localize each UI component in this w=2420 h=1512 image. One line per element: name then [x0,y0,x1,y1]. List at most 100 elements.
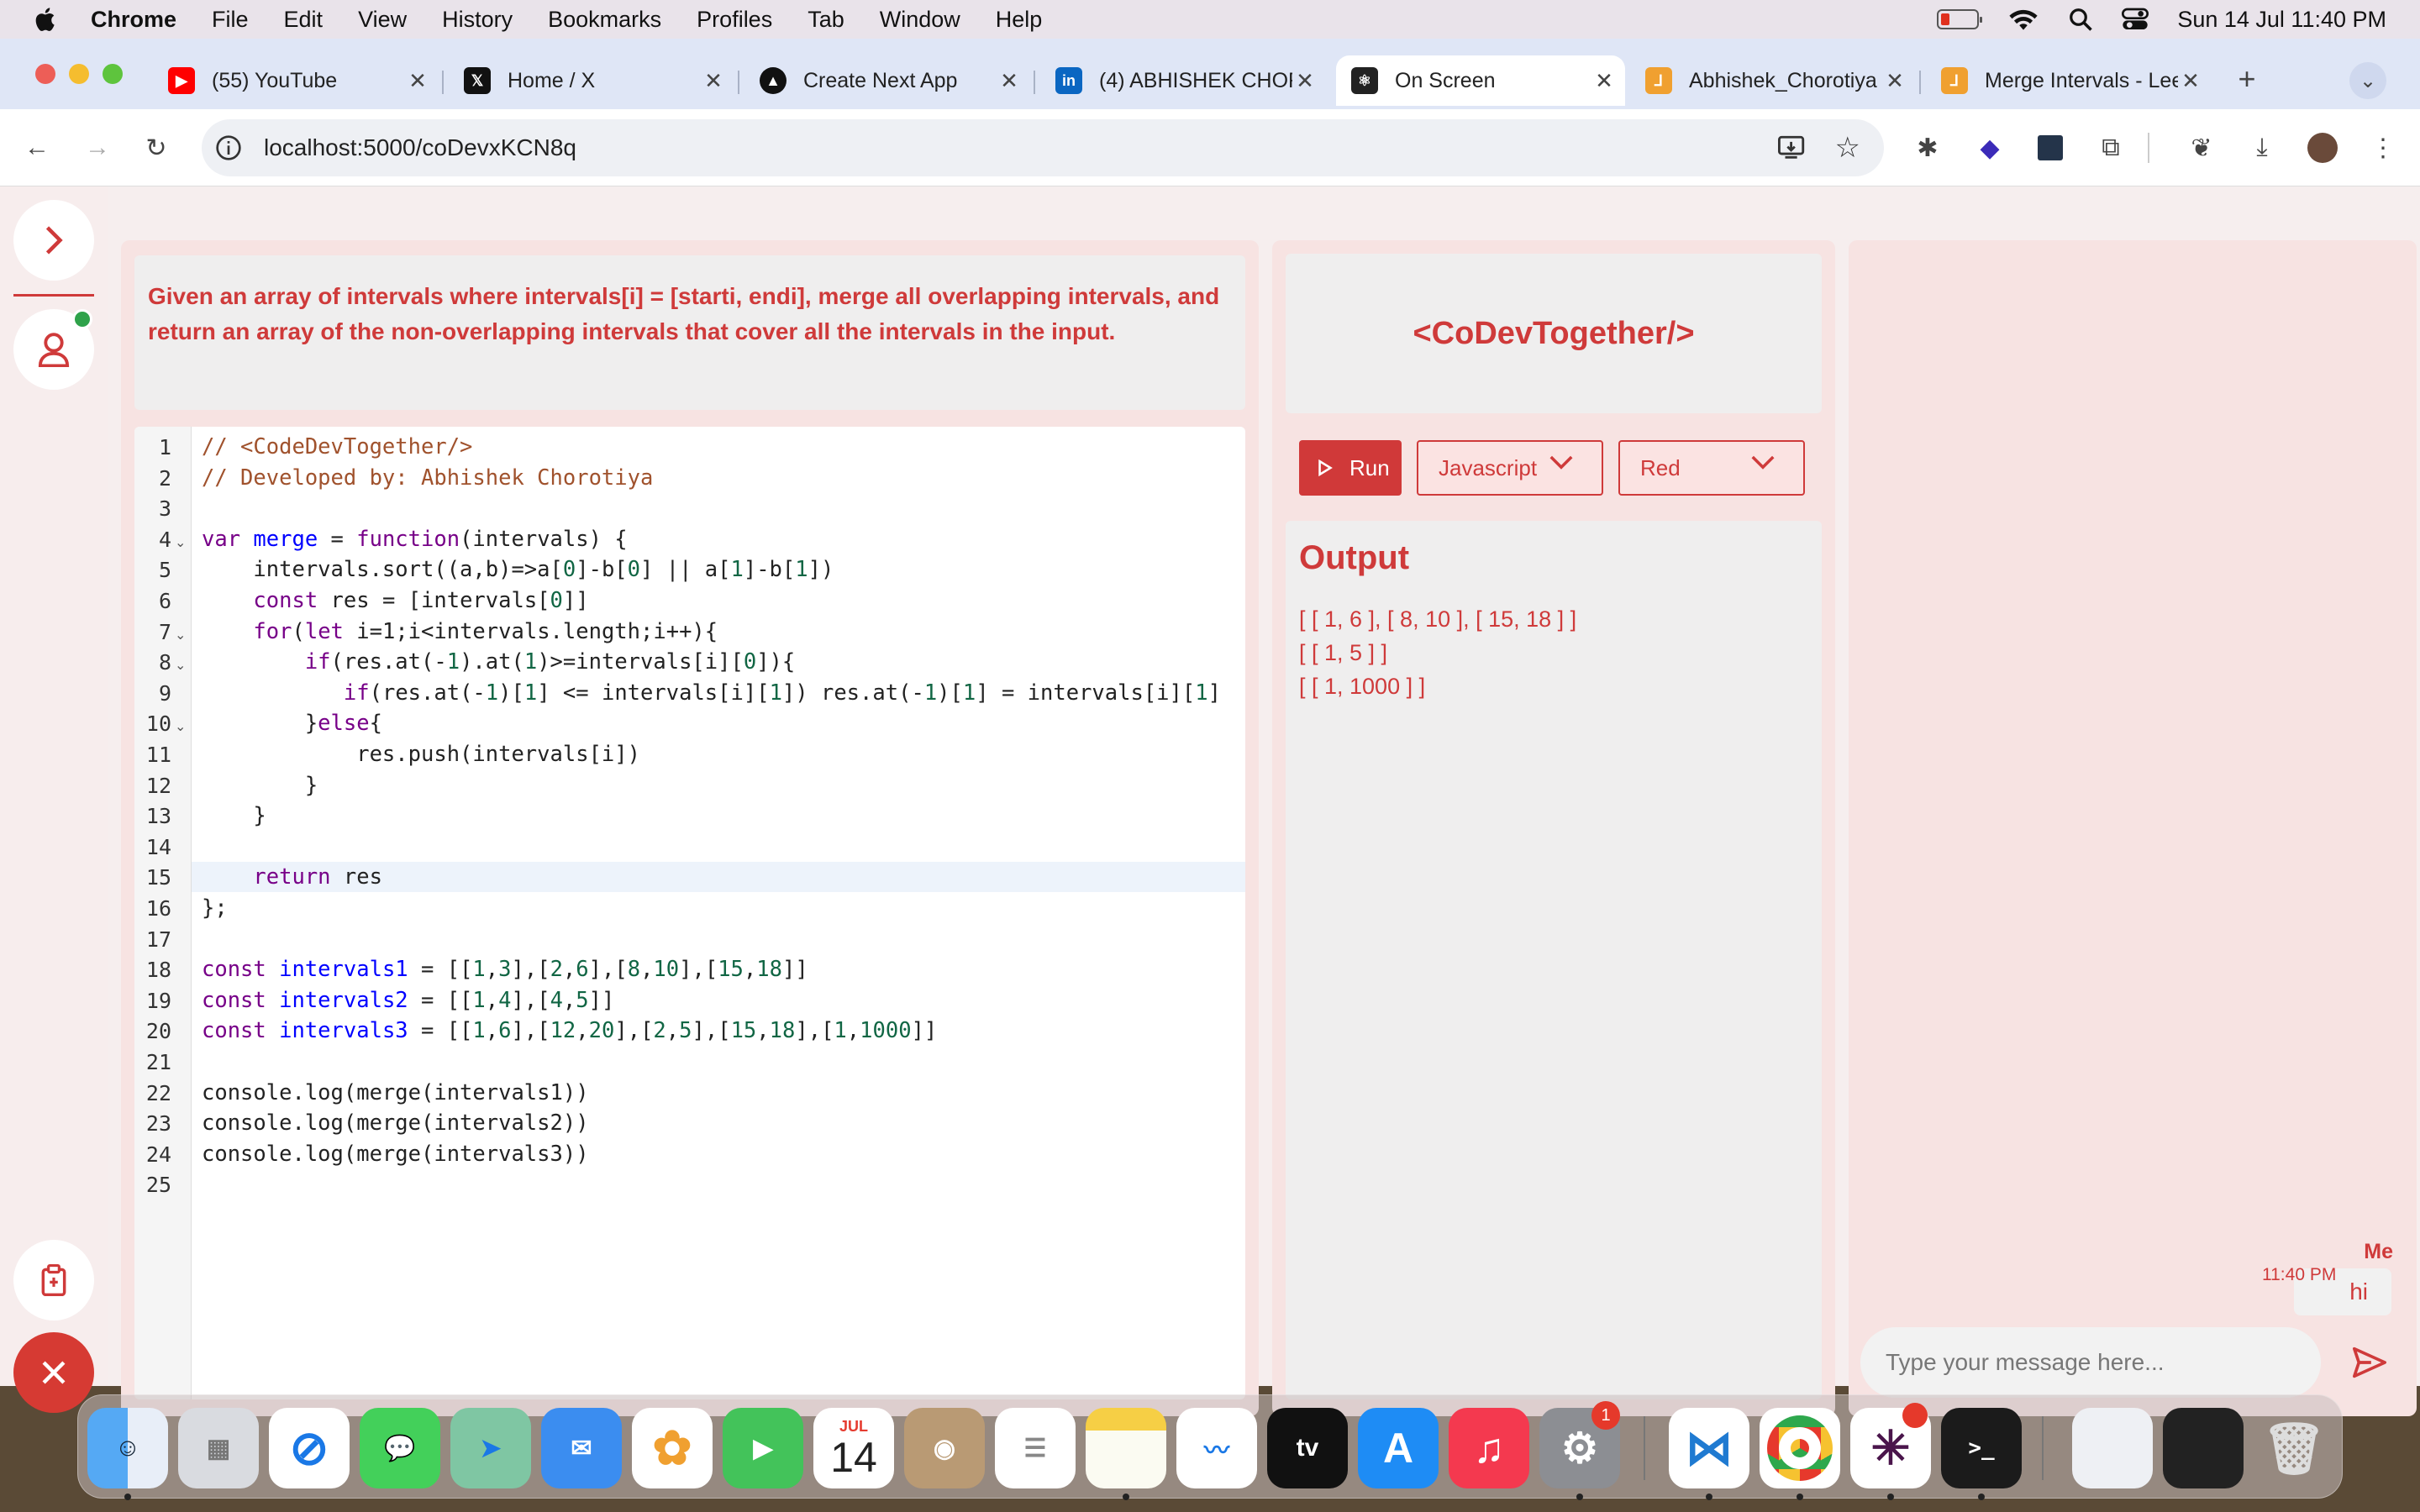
profile-avatar[interactable] [2307,133,2338,163]
code-line[interactable]: // Developed by: Abhishek Chorotiya [202,463,1245,493]
zoom-window-button[interactable] [103,64,123,84]
apple-icon[interactable] [32,5,60,34]
freeform-icon[interactable]: 〰 [1176,1408,1257,1488]
site-info-icon[interactable] [215,134,242,161]
mail-icon[interactable]: ✉ [541,1408,622,1488]
recent-window-icon[interactable] [2163,1408,2244,1488]
code-line[interactable]: if(res.at(-1).at(1)>=intervals[i][0]){ [202,647,1245,677]
code-line[interactable] [202,1047,1245,1077]
tab-search-icon[interactable]: ⌄ [2349,62,2386,99]
performance-leaf-icon[interactable]: ❦ [2186,133,2217,163]
recent-document-icon[interactable] [2072,1408,2153,1488]
app-store-icon[interactable]: A [1358,1408,1439,1488]
safari-icon[interactable]: ⊘ [269,1408,350,1488]
apple-tv-icon[interactable]: tv [1267,1408,1348,1488]
tab-x[interactable]: 𝕏 Home / X ✕ [449,55,734,106]
trash-icon[interactable]: 🗑 [2254,1408,2334,1488]
url-text[interactable]: localhost:5000/coDevxKCN8q [264,134,576,161]
code-line[interactable]: // <CodeDevTogether/> [202,432,1245,462]
close-tab-icon[interactable]: ✕ [1591,68,1617,94]
code-line[interactable]: var merge = function(intervals) { [202,524,1245,554]
menubar-clock[interactable]: Sun 14 Jul 11:40 PM [2177,7,2386,33]
tab-linkedin[interactable]: in (4) ABHISHEK CHOROTIYA ✕ [1040,55,1326,106]
control-center-icon[interactable] [2122,7,2149,32]
send-message-button[interactable] [2334,1327,2405,1398]
language-select[interactable]: Javascript [1417,440,1603,496]
menu-file[interactable]: File [212,7,249,33]
terminal-icon[interactable]: >_ [1941,1408,2022,1488]
menu-edit[interactable]: Edit [284,7,324,33]
copy-clipboard-button[interactable] [13,1240,94,1320]
menu-view[interactable]: View [358,7,407,33]
launchpad-icon[interactable]: ▦ [178,1408,259,1488]
menu-profiles[interactable]: Profiles [697,7,772,33]
code-line[interactable]: console.log(merge(intervals2)) [202,1108,1245,1138]
extension-chart-icon[interactable] [2035,133,2065,163]
menu-help[interactable]: Help [996,7,1043,33]
close-tab-icon[interactable]: ✕ [2178,68,2203,94]
code-line[interactable]: const intervals3 = [[1,6],[12,20],[2,5],… [202,1016,1245,1046]
bookmark-star-icon[interactable]: ☆ [1835,131,1860,165]
vscode-icon[interactable]: ⋈ [1669,1408,1749,1488]
close-tab-icon[interactable]: ✕ [701,68,726,94]
close-tab-icon[interactable]: ✕ [1882,68,1907,94]
minimize-window-button[interactable] [69,64,89,84]
code-line[interactable]: }; [202,893,1245,923]
code-line[interactable]: const res = [intervals[0]] [202,585,1245,616]
tab-merge-intervals[interactable]: ⅃ Merge Intervals - LeetCode ✕ [1926,55,2212,106]
facetime-icon[interactable]: ▶ [723,1408,803,1488]
code-line[interactable]: const intervals1 = [[1,3],[2,6],[8,10],[… [202,954,1245,984]
menu-history[interactable]: History [442,7,513,33]
music-icon[interactable]: ♫ [1449,1408,1529,1488]
finder-icon[interactable]: ☺ [87,1408,168,1488]
code-line[interactable]: const intervals2 = [[1,4],[4,5]] [202,985,1245,1016]
spotlight-search-icon[interactable] [2068,7,2093,32]
close-tab-icon[interactable]: ✕ [1292,68,1318,94]
wifi-icon[interactable] [2007,7,2039,32]
messages-icon[interactable]: 💬 [360,1408,440,1488]
reload-icon[interactable]: ↻ [141,133,171,163]
theme-select[interactable]: Red [1618,440,1805,496]
close-tab-icon[interactable]: ✕ [997,68,1022,94]
extensions-puzzle-icon[interactable]: ⧉ [2096,133,2126,163]
extension-cube-icon[interactable]: ◆ [1975,133,2005,163]
chrome-menu-icon[interactable]: ⋮ [2368,133,2398,163]
menu-app-name[interactable]: Chrome [91,7,176,33]
code-line[interactable]: console.log(merge(intervals1)) [202,1078,1245,1108]
forward-icon[interactable]: → [82,133,113,163]
code-line[interactable]: console.log(merge(intervals3)) [202,1139,1245,1169]
close-window-button[interactable] [35,64,55,84]
install-app-icon[interactable] [1778,134,1807,161]
photos-icon[interactable]: ✿ [632,1408,713,1488]
tab-on-screen[interactable]: ⚛ On Screen ✕ [1336,55,1625,106]
code-line[interactable]: }else{ [202,708,1245,738]
menu-bookmarks[interactable]: Bookmarks [548,7,661,33]
chat-message-input[interactable] [1860,1327,2321,1398]
expand-sidebar-button[interactable] [13,200,94,281]
fold-toggle-icon[interactable]: ⌄ [175,657,186,674]
tab-leetcode-profile[interactable]: ⅃ Abhishek_Chorotiya ✕ [1630,55,1916,106]
code-line[interactable] [202,493,1245,523]
downloads-icon[interactable]: ⤓ [2247,133,2277,163]
fold-toggle-icon[interactable]: ⌄ [175,627,186,643]
leave-session-button[interactable] [13,1332,94,1413]
extension-bug-icon[interactable]: ✱ [1912,133,1943,163]
run-button[interactable]: Run [1299,440,1402,496]
address-bar[interactable]: localhost:5000/coDevxKCN8q ☆ [202,119,1884,176]
fold-toggle-icon[interactable]: ⌄ [175,534,186,551]
reminders-icon[interactable]: ☰ [995,1408,1076,1488]
code-line[interactable]: intervals.sort((a,b)=>a[0]-b[0] || a[1]-… [202,554,1245,585]
tab-create-next-app[interactable]: ▲ Create Next App ✕ [744,55,1030,106]
notes-icon[interactable] [1086,1408,1166,1488]
battery-icon[interactable] [1937,9,1983,29]
calendar-icon[interactable]: JUL 14 [813,1408,894,1488]
menu-tab[interactable]: Tab [808,7,844,33]
code-line[interactable]: } [202,770,1245,801]
code-line[interactable]: } [202,801,1245,831]
maps-icon[interactable]: ➤ [450,1408,531,1488]
new-tab-icon[interactable]: + [2232,61,2262,96]
code-editor[interactable]: 1 2 3 4 ⌄ 5 6 7 ⌄ 8 ⌄ 9 10 ⌄ 11 12 13 14 15 16 17 18 19 20 21 22 2… [134,427,1245,1399]
code-line[interactable] [202,924,1245,954]
menu-window[interactable]: Window [880,7,960,33]
tab-youtube[interactable]: ▶ (55) YouTube ✕ [153,55,439,106]
